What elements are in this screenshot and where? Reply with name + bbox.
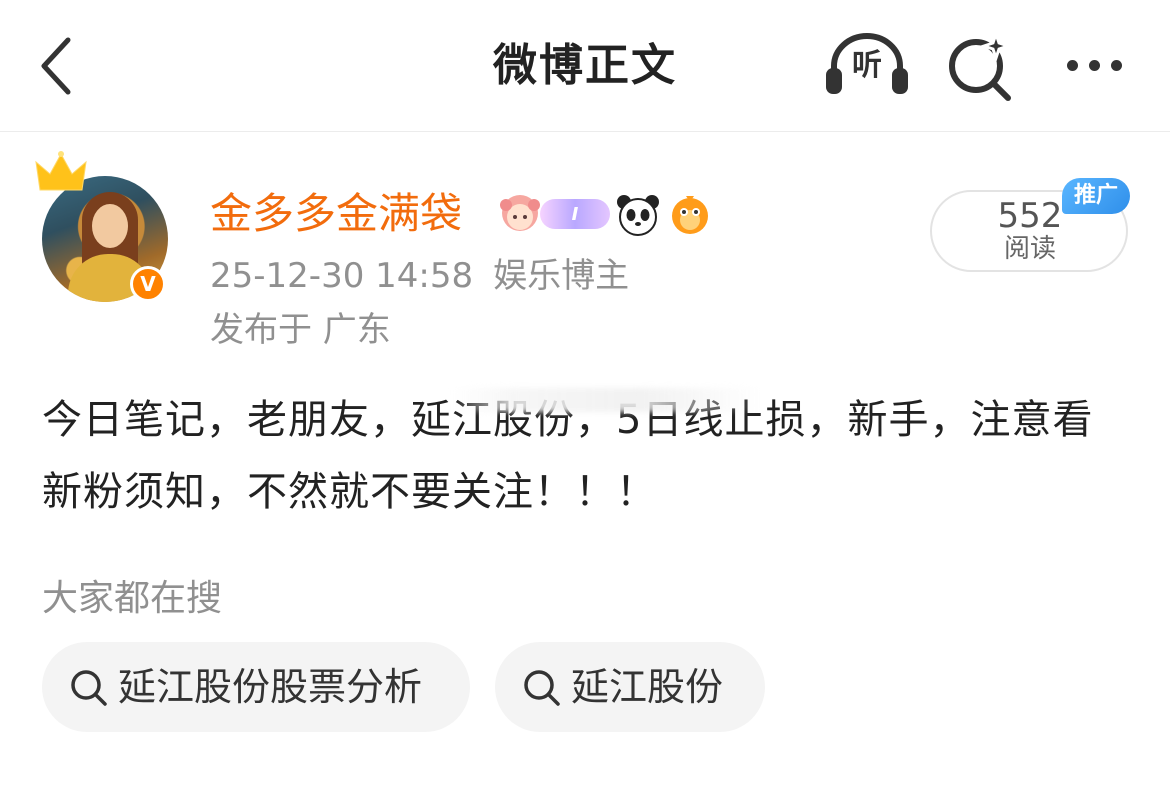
top-nav-bar: 微博正文 听 — [0, 0, 1170, 132]
search-chip-label: 延江股份股票分析 — [118, 665, 423, 709]
search-button[interactable] — [944, 29, 1016, 102]
post-meta: 25-12-30 14:58 娱乐博主 — [210, 250, 629, 302]
more-dots-icon — [1066, 59, 1078, 71]
listen-button[interactable]: 听 — [822, 30, 912, 100]
related-search-chip[interactable]: 延江股份 — [495, 642, 765, 732]
verified-badge: V — [130, 266, 166, 302]
author-name[interactable]: 金多多金满袋 — [210, 186, 462, 242]
post-content: 今日笔记，老朋友，延江股份，5日线止损，新手，注意看新粉须知，不然就不要关注！！… — [42, 384, 1132, 528]
author-avatar[interactable]: V — [34, 150, 176, 310]
girl-avatar-badge-icon — [494, 191, 546, 237]
crown-icon — [35, 151, 87, 191]
member-level-text: I — [571, 203, 579, 225]
listen-label: 听 — [852, 48, 882, 83]
promo-tag: 推广 — [1062, 178, 1130, 214]
search-chip-label: 延江股份 — [571, 665, 724, 709]
post-timestamp: 25-12-30 14:58 — [210, 256, 474, 296]
panda-badge-icon — [614, 190, 662, 238]
search-icon — [71, 670, 107, 706]
post-location: 发布于 广东 — [210, 310, 391, 350]
weibo-post-page: 微博正文 听 V 金多多金满袋 I 25-12-30 14:58 娱乐博主 发布… — [0, 0, 1170, 798]
post-text: 今日笔记，老朋友，延江股份，5日线止损，新手，注意看新粉须知，不然就不要关注！！… — [42, 397, 1094, 515]
author-role: 娱乐博主 — [493, 256, 630, 296]
text-smudge-overlay — [452, 388, 762, 412]
author-badges: I — [494, 188, 714, 240]
more-dot — [1110, 59, 1122, 71]
fish-badge-icon — [666, 190, 714, 238]
reads-label: 阅读 — [1003, 234, 1056, 264]
search-icon — [524, 670, 560, 706]
sparkle-search-icon — [949, 29, 1013, 101]
member-level-badge-icon: I — [540, 199, 610, 229]
related-search-heading: 大家都在搜 — [42, 578, 223, 619]
more-dot — [1088, 59, 1100, 71]
more-options-button[interactable] — [1054, 40, 1134, 90]
related-search-chip[interactable]: 延江股份股票分析 — [42, 642, 470, 732]
